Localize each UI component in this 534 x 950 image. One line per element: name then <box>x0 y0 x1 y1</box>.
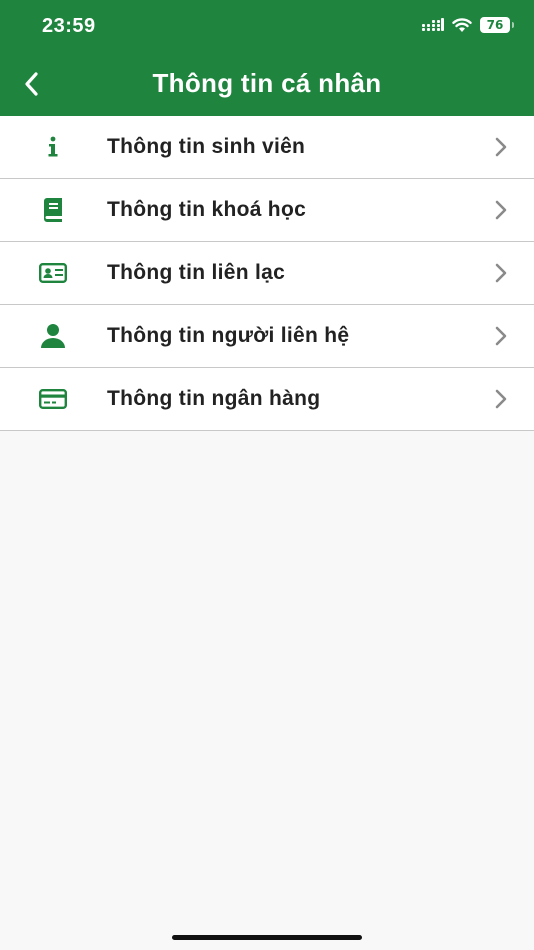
menu-item-related-person-info[interactable]: Thông tin người liên hệ <box>0 305 534 368</box>
credit-card-icon <box>38 384 68 414</box>
info-icon <box>38 132 68 162</box>
chevron-right-icon <box>495 200 507 220</box>
chevron-right-icon <box>495 263 507 283</box>
menu-item-label: Thông tin liên lạc <box>107 261 286 284</box>
wifi-icon <box>452 17 472 32</box>
menu-item-bank-info[interactable]: Thông tin ngân hàng <box>0 368 534 431</box>
chevron-right-icon <box>495 137 507 157</box>
signal-icon <box>422 18 444 31</box>
menu-item-label: Thông tin người liên hệ <box>107 324 350 347</box>
battery-level: 76 <box>486 18 504 32</box>
menu-item-label: Thông tin ngân hàng <box>107 387 321 410</box>
home-indicator[interactable] <box>172 935 362 940</box>
status-time: 23:59 <box>42 15 96 37</box>
app-header: 23:59 76 Thông tin cá nhân <box>0 0 534 116</box>
page-title: Thông tin cá nhân <box>152 68 382 98</box>
menu-item-label: Thông tin khoá học <box>107 198 307 221</box>
menu-item-contact-info[interactable]: Thông tin liên lạc <box>0 242 534 305</box>
chevron-right-icon <box>495 389 507 409</box>
menu-list: Thông tin sinh viên Thông tin khoá học T… <box>0 116 534 431</box>
battery-indicator: 76 <box>480 17 514 33</box>
status-icons: 76 <box>422 17 514 33</box>
menu-item-student-info[interactable]: Thông tin sinh viên <box>0 116 534 179</box>
person-icon <box>38 321 68 351</box>
contact-card-icon <box>38 258 68 288</box>
menu-item-label: Thông tin sinh viên <box>107 135 306 158</box>
menu-item-course-info[interactable]: Thông tin khoá học <box>0 179 534 242</box>
book-icon <box>38 195 68 225</box>
chevron-right-icon <box>495 326 507 346</box>
